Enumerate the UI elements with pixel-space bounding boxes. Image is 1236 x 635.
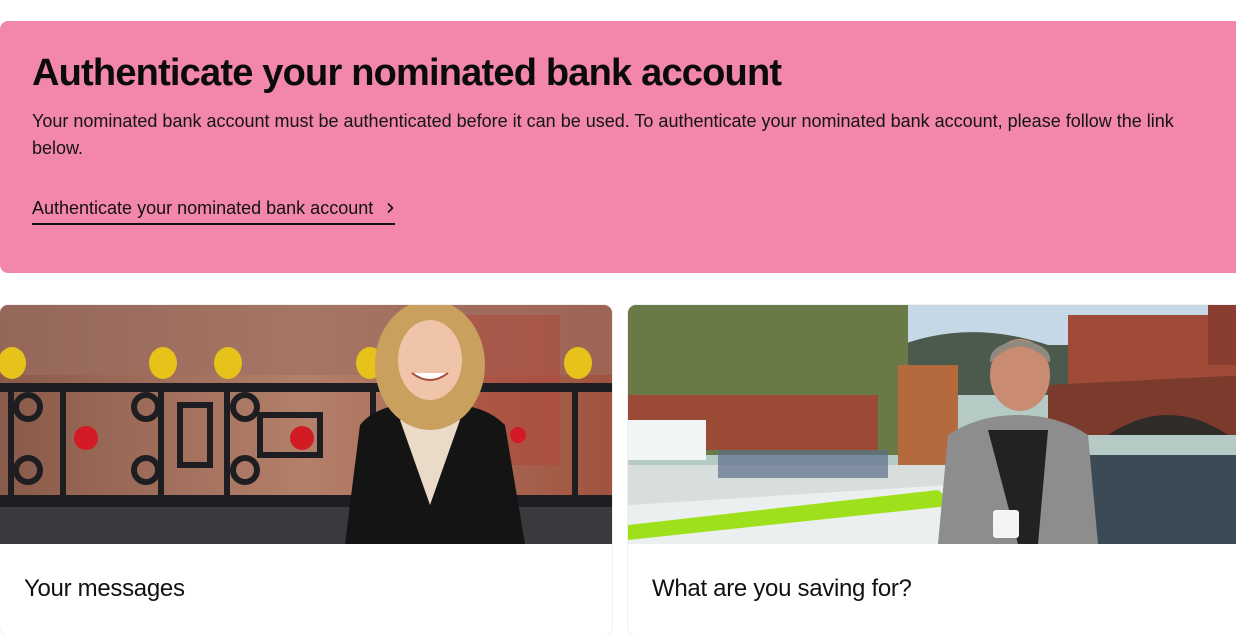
saving-goals-card-title: What are you saving for? <box>652 575 912 602</box>
authentication-banner: Authenticate your nominated bank account… <box>0 21 1236 273</box>
chevron-right-icon <box>387 202 394 214</box>
man-on-canal-boat-photo <box>628 305 1236 544</box>
authenticate-link-label: Authenticate your nominated bank account <box>32 198 374 218</box>
saving-goals-card[interactable]: What are you saving for? <box>628 305 1236 635</box>
messages-card-title: Your messages <box>24 575 185 602</box>
banner-description: Your nominated bank account must be auth… <box>32 111 1174 158</box>
woman-smiling-by-railings-photo <box>0 305 612 544</box>
banner-title: Authenticate your nominated bank account <box>32 52 782 94</box>
messages-card[interactable]: Your messages <box>0 305 612 635</box>
authenticate-account-link[interactable]: Authenticate your nominated bank account <box>32 196 396 225</box>
